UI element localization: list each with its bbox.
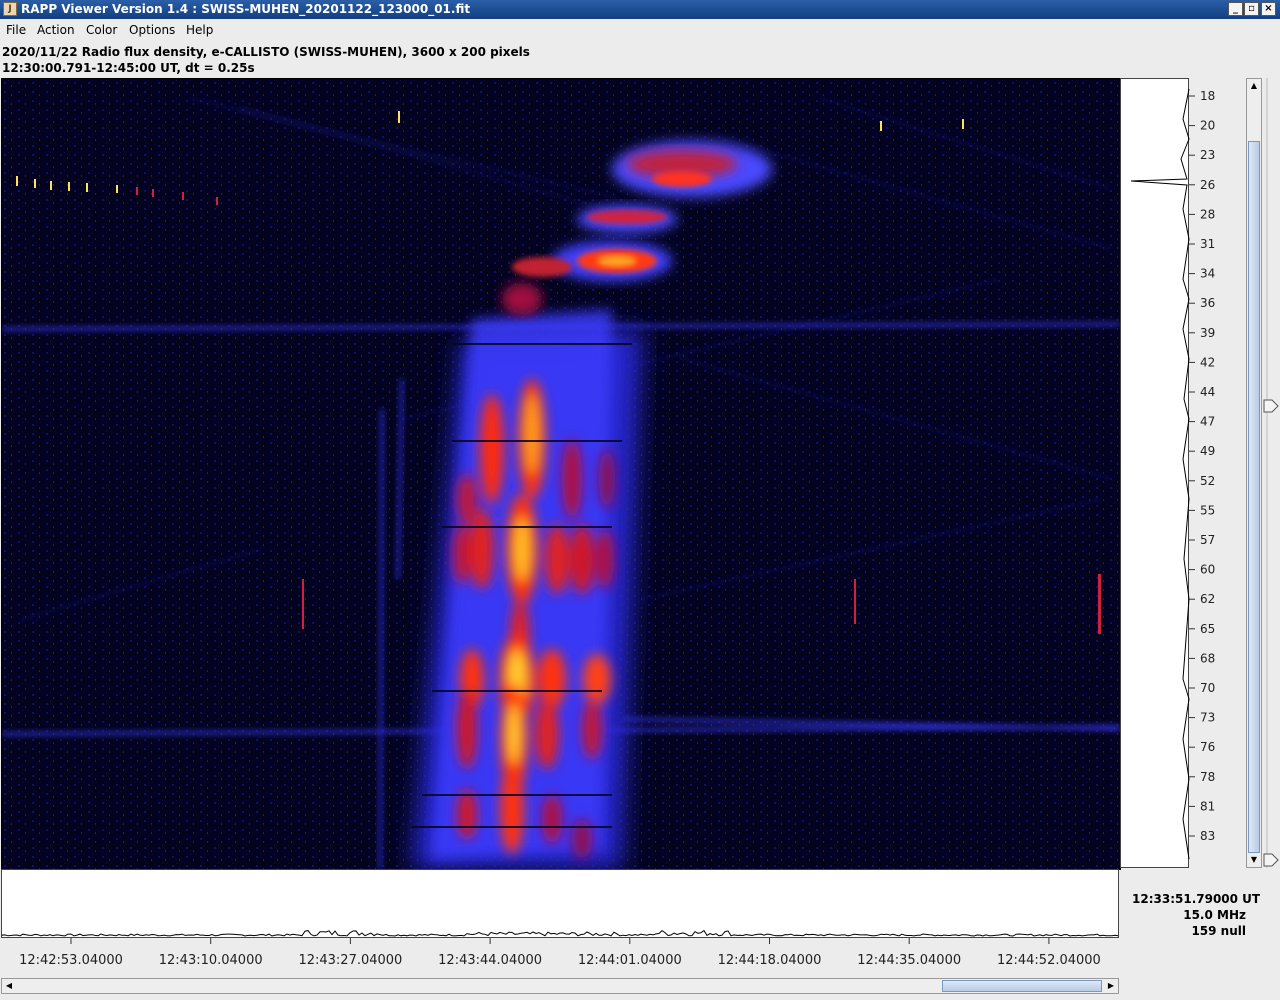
frequency-tick-label: 18	[1200, 89, 1215, 103]
window-title: RAPP Viewer Version 1.4 : SWISS-MUHEN_20…	[21, 2, 471, 16]
time-tick-label: 12:44:18.04000	[718, 953, 822, 968]
info-time-range: 12:30:00.791-12:45:00 UT, dt = 0.25s	[2, 61, 255, 75]
time-tick-label: 12:44:35.04000	[857, 953, 961, 968]
horizontal-scrollbar[interactable]: ◀ ▶	[1, 978, 1119, 994]
horizontal-scroll-thumb[interactable]	[942, 980, 1102, 992]
readout-value: 159 null	[1191, 924, 1246, 938]
time-axis: 12:42:53.04000 12:43:10.04000 12:43:27.040…	[1, 938, 1119, 978]
maximize-button[interactable]: ▫	[1244, 2, 1259, 16]
frequency-tick-label: 26	[1200, 178, 1215, 192]
menu-options[interactable]: Options	[129, 23, 175, 37]
java-cup-icon: J	[3, 2, 17, 16]
scroll-left-arrow-icon[interactable]: ◀	[2, 979, 16, 993]
frequency-axis-ticks: 18 20 23 26 28 31 34 36 39 42 44 47 49 52 55 57 60 62 65 68…	[1189, 89, 1215, 843]
frequency-profile-panel	[1120, 78, 1190, 868]
time-tick-label: 12:42:53.04000	[19, 953, 123, 968]
frequency-tick-label: 31	[1200, 237, 1215, 251]
time-tick-label: 12:44:01.04000	[578, 953, 682, 968]
frequency-tick-label: 57	[1200, 533, 1215, 547]
frequency-tick-label: 44	[1200, 385, 1215, 399]
menu-file[interactable]: File	[6, 23, 26, 37]
time-profile-panel	[1, 869, 1119, 938]
frequency-tick-label: 23	[1200, 148, 1215, 162]
time-tick-label: 12:43:44.04000	[438, 953, 542, 968]
frequency-tick-label: 52	[1200, 474, 1215, 488]
frequency-profile-curve	[1130, 88, 1190, 860]
time-tick-label: 12:44:52.04000	[997, 953, 1101, 968]
frequency-tick-label: 81	[1200, 799, 1215, 813]
minimize-button[interactable]: _	[1228, 2, 1243, 16]
time-tick-label: 12:43:10.04000	[159, 953, 263, 968]
frequency-tick-label: 47	[1200, 415, 1215, 429]
frequency-tick-label: 20	[1200, 119, 1215, 133]
menu-action[interactable]: Action	[37, 23, 75, 37]
slider-lower-handle-icon[interactable]	[1263, 853, 1279, 867]
frequency-tick-label: 65	[1200, 622, 1215, 636]
time-axis-ticks: 12:42:53.04000 12:43:10.04000 12:43:27.040…	[19, 938, 1101, 968]
close-button[interactable]: ×	[1261, 2, 1276, 16]
frequency-tick-label: 42	[1200, 355, 1215, 369]
menu-bar: File Action Color Options Help	[0, 19, 1280, 41]
frequency-tick-label: 68	[1200, 651, 1215, 665]
vertical-scroll-thumb[interactable]	[1248, 141, 1260, 853]
frequency-axis: 18 20 23 26 28 31 34 36 39 42 44 47 49 52 55 57 60 62 65 68…	[1189, 78, 1244, 868]
scroll-up-arrow-icon[interactable]: ▲	[1247, 79, 1261, 93]
slider-upper-handle-icon[interactable]	[1263, 399, 1279, 413]
menu-color[interactable]: Color	[86, 23, 117, 37]
intensity-range-slider[interactable]	[1262, 78, 1280, 868]
frequency-tick-label: 28	[1200, 207, 1215, 221]
vertical-scrollbar[interactable]: ▲ ▼	[1246, 78, 1262, 868]
spectrogram-image	[2, 79, 1120, 869]
frequency-tick-label: 70	[1200, 681, 1215, 695]
info-description: 2020/11/22 Radio flux density, e-CALLIST…	[2, 45, 530, 59]
time-profile-curve	[1, 929, 1119, 937]
cursor-readout: 12:33:51.79000 UT 15.0 MHz 159 null	[1122, 891, 1261, 939]
frequency-tick-label: 83	[1200, 829, 1215, 843]
frequency-tick-label: 73	[1200, 711, 1215, 725]
scroll-right-arrow-icon[interactable]: ▶	[1104, 979, 1118, 993]
frequency-tick-label: 76	[1200, 740, 1215, 754]
menu-help[interactable]: Help	[186, 23, 213, 37]
readout-time: 12:33:51.79000 UT	[1132, 892, 1261, 906]
scroll-down-arrow-icon[interactable]: ▼	[1247, 853, 1261, 867]
window-title-bar: J RAPP Viewer Version 1.4 : SWISS-MUHEN_…	[0, 0, 1280, 19]
frequency-tick-label: 78	[1200, 770, 1215, 784]
frequency-tick-label: 36	[1200, 296, 1215, 310]
frequency-tick-label: 60	[1200, 563, 1215, 577]
spectrogram-plot[interactable]	[1, 78, 1121, 870]
frequency-tick-label: 39	[1200, 326, 1215, 340]
time-tick-label: 12:43:27.04000	[298, 953, 402, 968]
frequency-tick-label: 49	[1200, 444, 1215, 458]
readout-frequency: 15.0 MHz	[1183, 908, 1246, 922]
frequency-tick-label: 62	[1200, 592, 1215, 606]
frequency-tick-label: 34	[1200, 267, 1215, 281]
frequency-tick-label: 55	[1200, 503, 1215, 517]
